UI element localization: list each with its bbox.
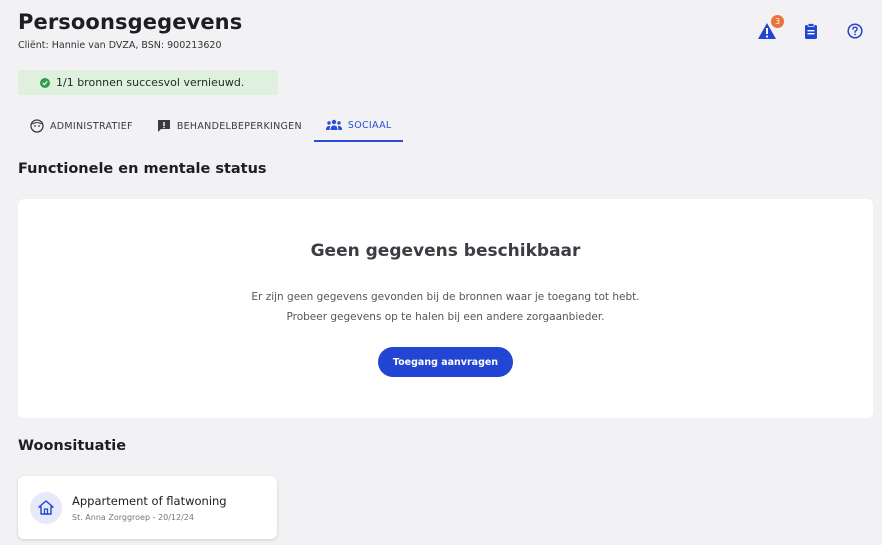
check-circle-icon bbox=[40, 77, 50, 88]
living-situation-heading: Woonsituatie bbox=[18, 438, 127, 454]
face-icon bbox=[30, 119, 44, 133]
group-icon bbox=[325, 119, 342, 130]
empty-state-title: Geen gegevens beschikbaar bbox=[310, 241, 581, 261]
tab-label: SOCIAAL bbox=[347, 119, 392, 131]
help-button[interactable] bbox=[844, 20, 866, 42]
tab-administratief[interactable]: ADMINISTRATIEF bbox=[18, 110, 145, 142]
empty-state-line: Probeer gegevens op te halen bij een and… bbox=[286, 311, 605, 323]
home-icon bbox=[30, 491, 62, 524]
functional-status-heading: Functionele en mentale status bbox=[18, 161, 267, 177]
clipboard-icon bbox=[805, 22, 817, 39]
tab-label: BEHANDELBEPERKINGEN bbox=[176, 120, 302, 132]
tab-sociaal[interactable]: SOCIAAL bbox=[313, 110, 404, 142]
living-card-source: St. Anna Zorggroep - 20/12/24 bbox=[72, 512, 194, 522]
page-header: Persoonsgegevens Cliënt: Hannie van DVZA… bbox=[18, 10, 242, 51]
tab-label: ADMINISTRATIEF bbox=[50, 120, 133, 132]
warning-button[interactable]: 3 bbox=[756, 15, 784, 42]
living-card-title: Appartement of flatwoning bbox=[72, 493, 227, 508]
living-situation-card[interactable]: Appartement of flatwoning St. Anna Zorgg… bbox=[18, 476, 277, 539]
empty-state-card: Geen gegevens beschikbaar Er zijn geen g… bbox=[18, 199, 873, 418]
warning-count-badge: 3 bbox=[771, 15, 784, 28]
tab-behandelbeperkingen[interactable]: BEHANDELBEPERKINGEN bbox=[145, 110, 314, 142]
header-actions: 3 bbox=[756, 15, 866, 42]
clipboard-button[interactable] bbox=[800, 20, 822, 42]
client-info: Cliënt: Hannie van DVZA, BSN: 900213620 bbox=[18, 40, 222, 51]
help-icon bbox=[847, 23, 863, 39]
alert-box-icon bbox=[157, 120, 170, 132]
empty-state-text: Er zijn geen gegevens gevonden bij de br… bbox=[18, 287, 873, 327]
tab-bar: ADMINISTRATIEF BEHANDELBEPERKINGEN SOCIA… bbox=[18, 110, 404, 142]
request-access-button[interactable]: Toegang aanvragen bbox=[378, 347, 513, 377]
page-title: Persoonsgegevens bbox=[18, 10, 243, 34]
notice-text: 1/1 bronnen succesvol vernieuwd. bbox=[56, 76, 245, 89]
refresh-success-notice: 1/1 bronnen succesvol vernieuwd. bbox=[18, 70, 278, 95]
empty-state-line: Er zijn geen gegevens gevonden bij de br… bbox=[251, 291, 640, 303]
